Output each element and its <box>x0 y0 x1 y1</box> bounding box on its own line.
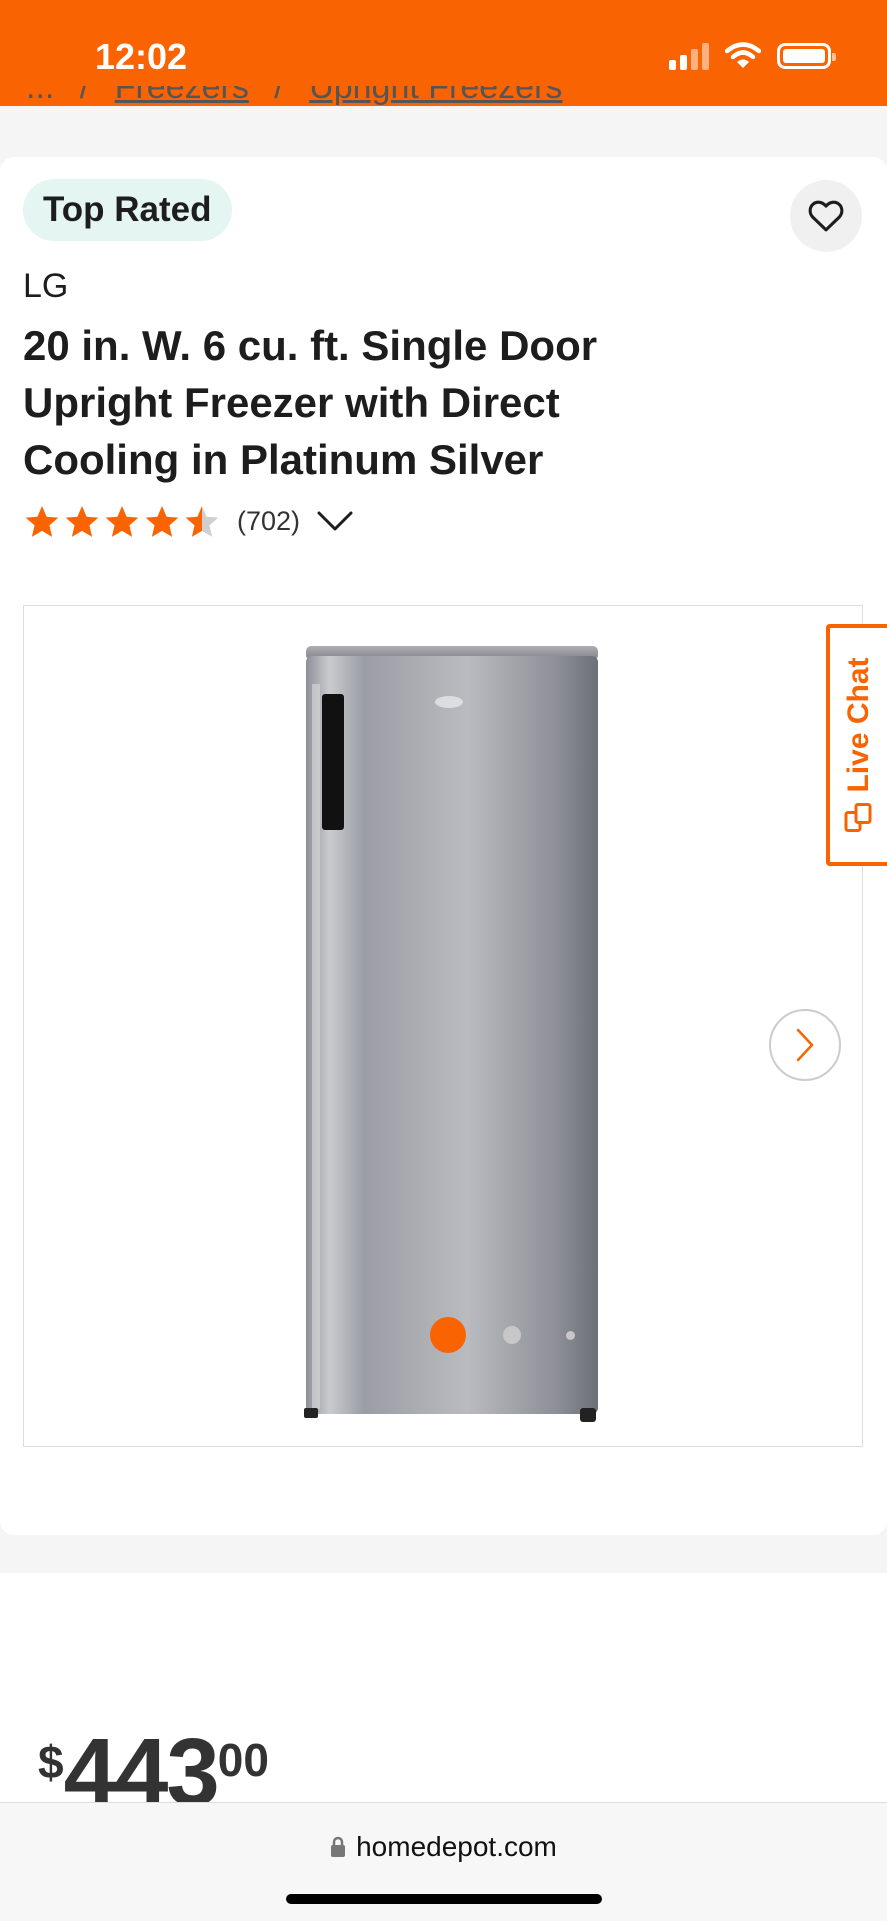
status-time: 12:02 <box>95 36 188 77</box>
top-rated-badge: Top Rated <box>23 179 232 241</box>
live-chat-label: Live Chat <box>841 657 875 793</box>
live-chat-button[interactable]: Live Chat <box>826 624 887 866</box>
carousel-pagination <box>0 1317 887 1357</box>
rating-row[interactable]: (702) <box>23 502 354 540</box>
carousel-dot-3[interactable] <box>566 1331 575 1340</box>
product-title: 20 in. W. 6 cu. ft. Single Door Upright … <box>23 322 598 483</box>
address-bar[interactable]: homedepot.com <box>0 1831 887 1863</box>
carousel-dot-2[interactable] <box>503 1326 521 1344</box>
favorite-button[interactable] <box>790 180 862 252</box>
breadcrumb-item-upright-freezers[interactable]: Upright Freezers <box>309 86 562 106</box>
star-icon <box>65 505 99 537</box>
price-section: $ 443 00 <box>0 1663 887 1821</box>
battery-icon <box>777 43 836 69</box>
star-icon <box>25 505 59 537</box>
price-cents: 00 <box>217 1734 269 1786</box>
url-text: homedepot.com <box>356 1831 557 1862</box>
rating-stars <box>23 502 221 540</box>
breadcrumb-separator: / <box>274 86 284 106</box>
product-brand[interactable]: LG <box>23 267 68 306</box>
chat-icon <box>844 803 871 833</box>
breadcrumb-separator: / <box>79 86 90 106</box>
signal-icon <box>669 42 709 70</box>
chevron-down-icon[interactable] <box>316 509 354 533</box>
status-icons <box>669 42 836 70</box>
wifi-icon <box>725 42 761 68</box>
price-currency: $ <box>38 1736 64 1788</box>
star-icon <box>145 505 179 537</box>
browser-bar: homedepot.com <box>0 1802 887 1921</box>
live-chat-content: Live Chat <box>841 657 876 833</box>
star-icon <box>185 505 219 537</box>
home-indicator[interactable] <box>286 1894 602 1904</box>
breadcrumb-ellipsis[interactable]: ... <box>26 86 54 106</box>
next-image-button[interactable] <box>769 1009 841 1081</box>
lock-icon <box>331 1836 346 1857</box>
star-icon <box>105 505 139 537</box>
section-card <box>0 1573 887 1663</box>
breadcrumb: ... / Freezers / Upright Freezers <box>26 86 826 116</box>
product-image <box>304 646 598 1422</box>
heart-icon <box>808 200 844 232</box>
review-count[interactable]: (702) <box>237 506 300 537</box>
chevron-right-icon <box>796 1028 814 1062</box>
breadcrumb-item-freezers[interactable]: Freezers <box>115 86 249 106</box>
carousel-dot-1[interactable] <box>430 1317 466 1353</box>
